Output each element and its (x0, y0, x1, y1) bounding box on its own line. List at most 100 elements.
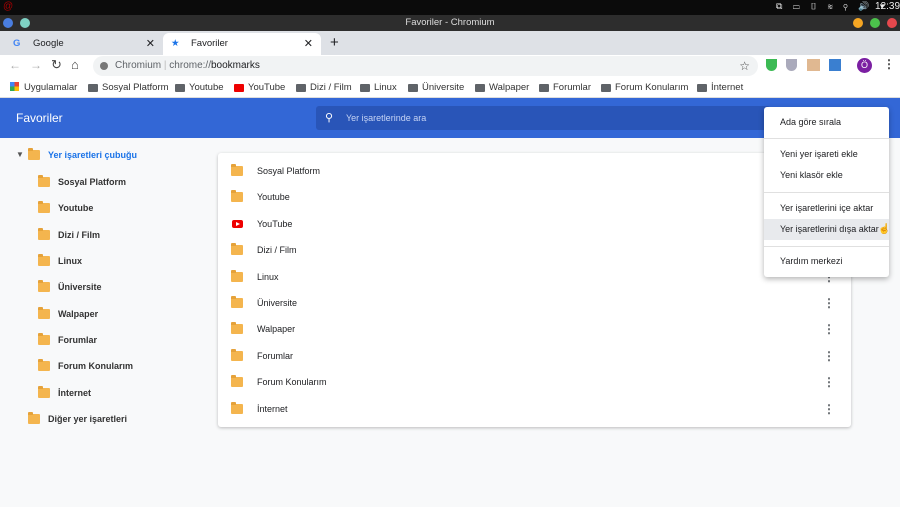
bookmark-row[interactable]: Üniversite ⋮ (218, 290, 851, 316)
bookmark-row[interactable]: Dizi / Film (218, 237, 851, 263)
more-actions-icon[interactable]: ⋮ (823, 369, 835, 395)
bookmark-folder[interactable]: Walpaper (475, 77, 529, 98)
bookmark-row[interactable]: Linux⋮ (218, 264, 851, 290)
close-window-button[interactable] (887, 18, 897, 28)
address-bar[interactable]: Chromium | chrome://bookmarks ☆ (93, 56, 758, 76)
bookmark-folder[interactable]: Linux (360, 77, 397, 98)
page-title: Favoriler (16, 111, 63, 125)
extension-icon[interactable] (807, 59, 820, 71)
bookmark-folder[interactable]: İnternet (697, 77, 743, 98)
forward-button[interactable]: → (30, 58, 42, 72)
pin-button[interactable] (20, 18, 30, 28)
ghostery-extension-icon[interactable] (786, 59, 797, 71)
menu-item-sort[interactable]: Ada göre sırala (764, 112, 889, 133)
bookmark-row[interactable]: Walpaper ⋮ (218, 316, 851, 342)
bookmark-folder[interactable]: Forumlar (539, 77, 591, 98)
title-bar: Favoriler - Chromium (0, 15, 900, 31)
menu-item-add-folder[interactable]: Yeni klasör ekle (764, 165, 889, 186)
chromium-icon (3, 18, 13, 28)
clock[interactable]: 12:39 (875, 1, 900, 12)
folder-icon (539, 84, 549, 92)
bookmark-row[interactable]: YouTube (218, 211, 851, 237)
bookmark-row[interactable]: Youtube (218, 184, 851, 210)
back-button[interactable]: ← (9, 58, 21, 72)
folder-icon (360, 84, 370, 92)
maximize-button[interactable] (870, 18, 880, 28)
bookmark-folder[interactable]: Sosyal Platform (88, 77, 169, 98)
extension-icon[interactable] (829, 59, 841, 71)
menu-dots-icon[interactable]: ⋮ (883, 57, 895, 71)
shield-extension-icon[interactable] (766, 59, 777, 71)
profile-avatar[interactable]: Ö (857, 58, 872, 73)
sidebar-item[interactable]: Youtube (38, 199, 93, 217)
debian-logo-icon[interactable]: @ (3, 1, 13, 12)
folder-icon (408, 84, 418, 92)
google-icon: G (13, 38, 21, 49)
bookmark-row[interactable]: Forumlar ⋮ (218, 343, 851, 369)
menu-item-export[interactable]: Yer işaretlerini dışa aktar (764, 219, 889, 240)
folder-icon (28, 412, 40, 424)
bookmark-row[interactable]: Sosyal Platform (218, 158, 851, 184)
bookmark-star-icon[interactable]: ☆ (739, 56, 750, 76)
tab-label: Favoriler (191, 38, 228, 49)
tab-google[interactable]: G Google ✕ (5, 33, 163, 55)
bookmark-title: Walpaper (257, 324, 296, 335)
close-tab-icon[interactable]: ✕ (304, 33, 313, 55)
bookmark-apps[interactable]: Uygulamalar (10, 77, 77, 98)
sidebar-item[interactable]: Walpaper (38, 305, 98, 323)
folder-icon (38, 201, 50, 213)
search-input[interactable]: ⚲ Yer işaretlerinde ara (316, 106, 770, 130)
close-tab-icon[interactable]: ✕ (146, 33, 155, 55)
sidebar-item-root[interactable]: Yer işaretleri çubuğu (28, 146, 137, 164)
url-host: bookmarks (210, 60, 260, 71)
folder-icon (38, 254, 50, 266)
more-actions-icon[interactable]: ⋮ (823, 396, 835, 422)
home-button[interactable]: ⌂ (71, 57, 79, 72)
bookmark-folder[interactable]: Üniversite (408, 77, 464, 98)
folder-icon (231, 164, 243, 176)
folder-icon (38, 280, 50, 292)
sidebar-item[interactable]: İnternet (38, 384, 91, 402)
url-prefix: chrome:// (169, 60, 211, 71)
folder-icon (38, 359, 50, 371)
minimize-button[interactable] (853, 18, 863, 28)
search-icon: ⚲ (325, 112, 334, 124)
menu-item-add-bookmark[interactable]: Yeni yer işareti ekle (764, 144, 889, 165)
collapse-arrow-icon[interactable]: ▼ (16, 150, 24, 159)
bookmark-title: Üniversite (257, 298, 298, 308)
sidebar-item[interactable]: Forumlar (38, 331, 97, 349)
sidebar-item[interactable]: Forum Konularım (38, 357, 133, 375)
bookmarks-bar: Uygulamalar Sosyal Platform Youtube YouT… (0, 77, 900, 98)
bookmark-folder[interactable]: Forum Konularım (601, 77, 688, 98)
menu-item-import[interactable]: Yer işaretlerini içe aktar (764, 198, 889, 219)
folder-icon (38, 228, 50, 240)
bookmark-row[interactable]: İnternet ⋮ (218, 396, 851, 422)
folder-icon (38, 386, 50, 398)
folder-icon (231, 296, 243, 308)
bookmark-folder[interactable]: Youtube (175, 77, 224, 98)
sidebar-item-other[interactable]: Diğer yer işaretleri (28, 410, 127, 428)
sidebar-item[interactable]: Linux (38, 252, 82, 270)
new-tab-button[interactable]: + (330, 34, 339, 51)
sidebar-item[interactable]: Sosyal Platform (38, 173, 126, 191)
tab-favoriler[interactable]: ★ Favoriler ✕ (163, 33, 321, 55)
site-info-icon[interactable] (100, 62, 108, 70)
bookmark-title: Youtube (257, 192, 290, 203)
bookmark-youtube[interactable]: YouTube (234, 77, 285, 98)
bookmark-title: Linux (257, 271, 279, 282)
more-actions-icon[interactable]: ⋮ (823, 316, 835, 342)
folder-icon (475, 84, 485, 92)
sidebar-item[interactable]: Üniversite (38, 278, 102, 296)
menu-item-help[interactable]: Yardım merkezi (764, 251, 889, 272)
bookmark-folder[interactable]: Dizi / Film (296, 77, 352, 98)
bookmark-title: İnternet (257, 403, 288, 414)
folder-open-icon (28, 148, 40, 160)
folder-icon (231, 269, 243, 282)
sidebar-item[interactable]: Dizi / Film (38, 226, 100, 244)
more-actions-icon[interactable]: ⋮ (823, 343, 835, 369)
bookmark-title: Dizi / Film (257, 245, 297, 256)
reload-button[interactable]: ↻ (51, 57, 62, 73)
tray-icons[interactable]: ⧉ ▭ ▯ ≋ ⚲ 🔊 ▾ (776, 1, 888, 12)
more-actions-icon[interactable]: ⋮ (823, 290, 835, 316)
bookmark-row[interactable]: Forum Konularım ⋮ (218, 369, 851, 395)
